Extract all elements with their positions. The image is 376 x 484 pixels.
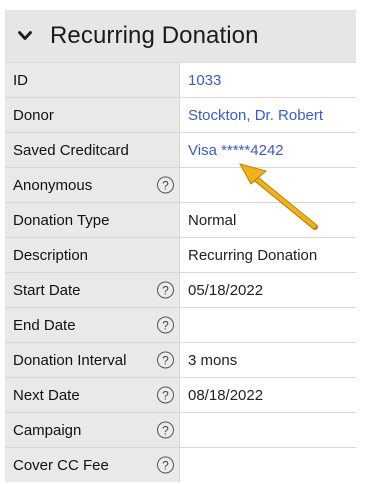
detail-table: ID 1033 Donor Stockton, Dr. Robert Saved Cre… [5,63,356,482]
detail-row: Next Date? 08/18/2022 [5,378,356,413]
row-value: Recurring Donation [179,238,356,272]
panel-title: Recurring Donation [50,22,259,49]
detail-row: Donor Stockton, Dr. Robert [5,98,356,133]
row-label: End Date? [5,308,179,342]
panel-header[interactable]: Recurring Donation [5,10,356,63]
detail-row: Description Recurring Donation [5,238,356,273]
row-value-link[interactable]: Visa *****4242 [179,133,356,167]
row-label-text: Anonymous [13,176,93,194]
row-label: Anonymous? [5,168,179,202]
row-value-link[interactable]: Stockton, Dr. Robert [179,98,356,132]
row-label-text: Donation Interval [13,351,127,369]
detail-row: ID 1033 [5,63,356,98]
row-label: Donation Type [5,203,179,237]
row-label-text: Start Date [13,281,81,299]
row-value [179,308,356,342]
row-value [179,168,356,202]
recurring-donation-panel: Recurring Donation ID 1033 Donor Stockton, … [5,10,356,482]
row-value: 08/18/2022 [179,378,356,412]
detail-row: Campaign? [5,413,356,448]
row-label-text: Next Date [13,386,80,404]
detail-row: Saved Creditcard Visa *****4242 [5,133,356,168]
row-label: Saved Creditcard [5,133,179,167]
help-icon[interactable]: ? [157,456,174,474]
row-label-text: Cover CC Fee [13,456,109,474]
row-label: Cover CC Fee? [5,448,179,482]
row-value [179,448,356,482]
help-icon[interactable]: ? [157,351,174,369]
detail-row: Anonymous? [5,168,356,203]
help-icon[interactable]: ? [157,176,174,194]
detail-row: Donation Type Normal [5,203,356,238]
row-label-text: Campaign [13,421,82,439]
detail-row: Donation Interval? 3 mons [5,343,356,378]
row-value: 3 mons [179,343,356,377]
row-label: Donation Interval? [5,343,179,377]
detail-row: Start Date? 05/18/2022 [5,273,356,308]
row-value: 05/18/2022 [179,273,356,307]
row-value-link[interactable]: 1033 [179,63,356,97]
row-label-text: End Date [13,316,76,334]
detail-row: Cover CC Fee? [5,448,356,482]
row-label: Donor [5,98,179,132]
row-label-text: ID [13,71,28,89]
row-label-text: Saved Creditcard [13,141,129,159]
row-value: Normal [179,203,356,237]
row-label-text: Description [13,246,89,264]
row-label-text: Donor [13,106,54,124]
help-icon[interactable]: ? [157,316,174,334]
help-icon[interactable]: ? [157,386,174,404]
row-label: Next Date? [5,378,179,412]
help-icon[interactable]: ? [157,281,174,299]
row-label: Description [5,238,179,272]
row-value [179,413,356,447]
row-label: ID [5,63,179,97]
detail-row: End Date? [5,308,356,343]
row-label-text: Donation Type [13,211,110,229]
chevron-down-icon[interactable] [17,28,33,44]
row-label: Start Date? [5,273,179,307]
row-label: Campaign? [5,413,179,447]
help-icon[interactable]: ? [157,421,174,439]
